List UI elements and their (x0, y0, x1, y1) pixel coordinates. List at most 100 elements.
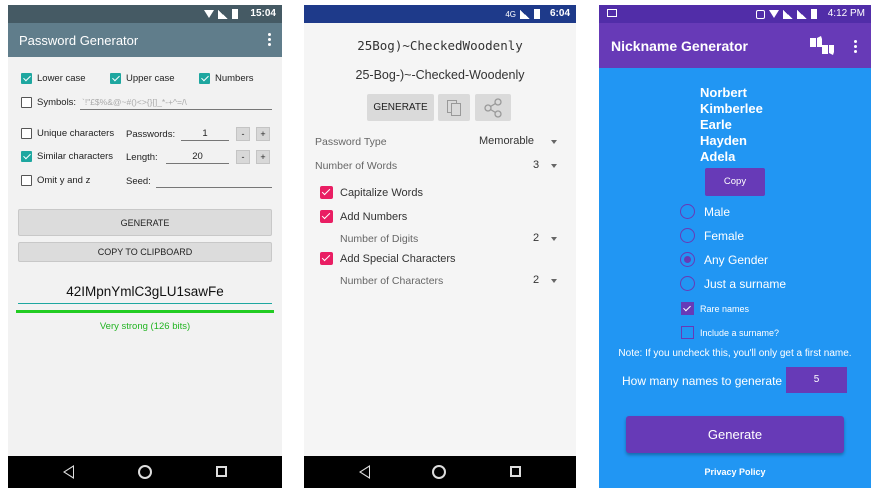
password-mono[interactable]: 25Bog)~CheckedWoodenly (304, 38, 576, 53)
back-icon[interactable] (63, 465, 74, 479)
seed-field[interactable] (156, 175, 272, 188)
thumbs-up-down-icon[interactable] (809, 35, 835, 57)
radio-label: Any Gender (704, 252, 769, 267)
copy-button[interactable]: Copy (705, 168, 765, 196)
seed-label: Seed: (126, 176, 151, 187)
password-type-select[interactable]: Memorable (479, 135, 534, 147)
include-surname-label: Include a surname? (700, 327, 780, 338)
name-item[interactable]: Earle (700, 117, 732, 132)
checkbox-icon (21, 128, 32, 139)
capitalize-words-checkbox[interactable]: Capitalize Words (320, 186, 423, 199)
recents-icon[interactable] (510, 466, 521, 477)
chevron-down-icon[interactable] (551, 237, 557, 241)
chevron-down-icon[interactable] (551, 279, 557, 283)
password-type-label: Password Type (315, 136, 387, 148)
how-many-input[interactable]: 5 (786, 367, 847, 393)
wifi-icon (769, 10, 779, 18)
number-of-digits-label: Number of Digits (340, 233, 419, 245)
home-icon[interactable] (432, 465, 446, 479)
password-generator-screen: 15:04 Password Generator Lower case Uppe… (8, 5, 282, 488)
radio-icon (680, 228, 695, 243)
radio-female[interactable]: Female (680, 228, 744, 243)
password-output[interactable]: 42IMpnYmlC3gLU1sawFe (18, 284, 272, 304)
share-button[interactable] (475, 94, 511, 121)
upper-case-label: Upper case (126, 73, 175, 84)
battery-icon (232, 9, 238, 19)
numbers-label: Numbers (215, 73, 254, 84)
name-item[interactable]: Adela (700, 149, 735, 164)
overflow-menu-icon[interactable] (268, 33, 271, 48)
length-increment-button[interactable]: + (256, 150, 270, 164)
checkbox-icon (110, 73, 121, 84)
signal-icon (218, 9, 228, 19)
add-special-characters-checkbox[interactable]: Add Special Characters (320, 252, 456, 265)
passwords-field[interactable]: 1 (181, 128, 229, 141)
number-of-words-label: Number of Words (315, 160, 398, 172)
generate-button[interactable]: GENERATE (18, 209, 272, 236)
rare-names-checkbox[interactable]: Rare names (681, 302, 749, 315)
radio-icon (680, 204, 695, 219)
checkbox-icon (320, 210, 333, 223)
upper-case-checkbox[interactable]: Upper case (110, 73, 175, 84)
name-item[interactable]: Hayden (700, 133, 747, 148)
lower-case-checkbox[interactable]: Lower case (21, 73, 86, 84)
home-icon[interactable] (138, 465, 152, 479)
status-bar: 4G 6:04 (304, 5, 576, 23)
signal-icon (797, 9, 807, 19)
name-item[interactable]: Kimberlee (700, 101, 763, 116)
status-bar: 15:04 (8, 5, 282, 23)
app-bar: Password Generator (8, 23, 282, 57)
back-icon[interactable] (359, 465, 370, 479)
include-surname-checkbox[interactable]: Include a surname? (681, 326, 779, 339)
privacy-policy-link[interactable]: Privacy Policy (599, 467, 871, 477)
omit-y-z-label: Omit y and z (37, 175, 91, 186)
unique-characters-checkbox[interactable]: Unique characters (21, 128, 114, 139)
recents-icon[interactable] (216, 466, 227, 477)
vibrate-icon (756, 9, 765, 19)
radio-label: Female (704, 228, 745, 243)
omit-y-z-checkbox[interactable]: Omit y and z (21, 175, 90, 186)
number-of-words-select[interactable]: 3 (533, 159, 539, 171)
checkbox-icon (199, 73, 210, 84)
generate-button[interactable]: GENERATE (367, 94, 434, 121)
checkbox-icon (21, 151, 32, 162)
nav-bar (8, 456, 282, 488)
password-memorable[interactable]: 25-Bog-)~-Checked-Woodenly (304, 68, 576, 82)
status-bar: 4:12 PM (599, 5, 871, 23)
overflow-menu-icon[interactable] (854, 40, 857, 55)
checkbox-icon (21, 97, 32, 108)
passwords-decrement-button[interactable]: - (236, 127, 250, 141)
symbols-checkbox[interactable]: Symbols: (21, 97, 76, 108)
name-item[interactable]: Norbert (700, 85, 747, 100)
rare-names-label: Rare names (700, 303, 750, 314)
radio-any-gender[interactable]: Any Gender (680, 252, 768, 267)
passwords-increment-button[interactable]: + (256, 127, 270, 141)
length-field[interactable]: 20 (166, 151, 229, 164)
generate-button[interactable]: Generate (626, 416, 844, 453)
chevron-down-icon[interactable] (551, 140, 557, 144)
symbols-label: Symbols: (37, 97, 77, 108)
similar-characters-checkbox[interactable]: Similar characters (21, 151, 113, 162)
checkbox-icon (681, 302, 694, 315)
signal-icon (520, 9, 530, 19)
status-time: 4:12 PM (827, 8, 865, 19)
radio-just-surname[interactable]: Just a surname (680, 276, 786, 291)
checkbox-icon (21, 73, 32, 84)
numbers-checkbox[interactable]: Numbers (199, 73, 254, 84)
radio-male[interactable]: Male (680, 204, 730, 219)
number-of-digits-select[interactable]: 2 (533, 232, 539, 244)
chevron-down-icon[interactable] (551, 164, 557, 168)
lower-case-label: Lower case (37, 73, 86, 84)
add-numbers-checkbox[interactable]: Add Numbers (320, 210, 407, 223)
status-icons (204, 9, 238, 19)
copy-button[interactable] (438, 94, 470, 121)
status-icons: 4G (505, 9, 540, 19)
copy-to-clipboard-button[interactable]: COPY TO CLIPBOARD (18, 242, 272, 262)
app-bar: Nickname Generator (599, 23, 871, 68)
symbols-field[interactable]: `!"£$%&@~#()<>{}[]_*-+^=/\ (80, 97, 272, 110)
add-special-characters-label: Add Special Characters (340, 252, 456, 265)
battery-icon (811, 9, 817, 19)
similar-characters-label: Similar characters (37, 151, 114, 162)
length-decrement-button[interactable]: - (236, 150, 250, 164)
number-of-characters-select[interactable]: 2 (533, 274, 539, 286)
